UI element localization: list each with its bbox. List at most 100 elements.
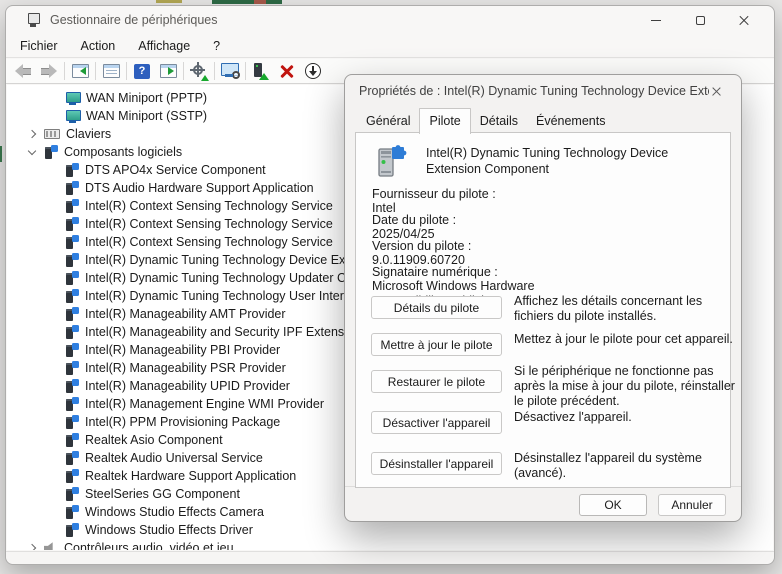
uninstall-device-button[interactable] xyxy=(274,60,300,82)
properties-button[interactable] xyxy=(98,60,124,82)
back-icon xyxy=(15,64,31,78)
close-icon xyxy=(711,86,722,97)
console-tree-icon xyxy=(72,64,89,78)
show-console-tree-button[interactable] xyxy=(67,60,93,82)
software-component-icon xyxy=(65,199,79,213)
properties-icon xyxy=(103,64,120,78)
minimize-icon xyxy=(651,20,661,21)
disable-device-button[interactable] xyxy=(300,60,326,82)
roll-back-driver-description: Si le périphérique ne fonctionne pas apr… xyxy=(514,364,740,409)
menu-bar: Fichier Action Affichage ? xyxy=(6,34,774,58)
background-artifact xyxy=(266,0,282,4)
software-component-icon xyxy=(44,145,58,159)
software-component-icon xyxy=(65,361,79,375)
minimize-button[interactable] xyxy=(634,6,678,34)
forward-button[interactable] xyxy=(36,60,62,82)
chevron-right-icon[interactable] xyxy=(28,544,36,550)
tab-strip: Général Pilote Détails Événements xyxy=(357,110,614,133)
action-pane-icon xyxy=(160,64,177,78)
tab-evenements[interactable]: Événements xyxy=(527,111,614,133)
field-fournisseur: Fournisseur du pilote :Intel xyxy=(372,187,730,216)
close-icon xyxy=(738,14,750,26)
background-artifact xyxy=(254,0,266,4)
device-icon xyxy=(372,145,408,179)
software-component-icon xyxy=(65,325,79,339)
update-device-icon xyxy=(253,63,269,80)
field-version: Version du pilote :9.0.11909.60720 xyxy=(372,239,730,268)
device-name: Intel(R) Dynamic Tuning Technology Devic… xyxy=(426,145,696,179)
tab-general[interactable]: Général xyxy=(357,111,419,133)
device-manager-app-icon xyxy=(26,13,41,27)
help-icon: ? xyxy=(134,64,150,79)
software-component-icon xyxy=(65,433,79,447)
software-component-icon xyxy=(65,469,79,483)
driver-details-button[interactable]: Détails du pilote xyxy=(371,296,502,319)
update-driver-icon xyxy=(190,62,208,80)
tab-details[interactable]: Détails xyxy=(471,111,527,133)
chevron-down-icon[interactable] xyxy=(28,146,36,154)
software-component-icon xyxy=(65,271,79,285)
scan-hardware-changes-button[interactable] xyxy=(217,60,243,82)
software-component-icon xyxy=(65,505,79,519)
disable-icon xyxy=(305,63,321,79)
dialog-title-bar: Propriétés de : Intel(R) Dynamic Tuning … xyxy=(345,75,741,107)
update-device-button[interactable] xyxy=(248,60,274,82)
speaker-icon xyxy=(44,542,58,550)
back-button[interactable] xyxy=(10,60,36,82)
dialog-close-button[interactable] xyxy=(701,79,731,103)
window-title: Gestionnaire de périphériques xyxy=(50,13,217,27)
update-driver-button-dialog[interactable]: Mettre à jour le pilote xyxy=(371,333,502,356)
driver-tab-page: Intel(R) Dynamic Tuning Technology Devic… xyxy=(355,132,731,488)
status-bar xyxy=(6,551,774,564)
software-component-icon xyxy=(65,289,79,303)
software-component-icon xyxy=(65,235,79,249)
toolbar-separator xyxy=(95,62,96,80)
roll-back-driver-button[interactable]: Restaurer le pilote xyxy=(371,370,502,393)
menu-help[interactable]: ? xyxy=(203,36,230,56)
toolbar-separator xyxy=(183,62,184,80)
software-component-icon xyxy=(65,487,79,501)
uninstall-icon xyxy=(280,64,294,78)
software-component-icon xyxy=(65,451,79,465)
ok-button[interactable]: OK xyxy=(579,494,647,516)
uninstall-device-description: Désinstallez l'appareil du système (avan… xyxy=(514,451,740,481)
tree-category-controleurs-audio[interactable]: Contrôleurs audio, vidéo et jeu xyxy=(7,539,773,550)
software-component-icon xyxy=(65,343,79,357)
disable-device-description: Désactivez l'appareil. xyxy=(514,410,740,425)
software-component-icon xyxy=(65,379,79,393)
tab-pilote[interactable]: Pilote xyxy=(419,108,470,134)
toolbar-separator xyxy=(126,62,127,80)
close-button[interactable] xyxy=(722,6,766,34)
field-date: Date du pilote :2025/04/25 xyxy=(372,213,730,242)
toolbar-separator xyxy=(64,62,65,80)
dialog-title: Propriétés de : Intel(R) Dynamic Tuning … xyxy=(359,84,709,98)
software-component-icon xyxy=(65,415,79,429)
software-component-icon xyxy=(65,307,79,321)
tree-item[interactable]: Windows Studio Effects Driver xyxy=(7,521,773,539)
update-driver-description: Mettez à jour le pilote pour cet apparei… xyxy=(514,332,740,347)
menu-fichier[interactable]: Fichier xyxy=(10,36,68,56)
software-component-icon xyxy=(65,397,79,411)
maximize-button[interactable] xyxy=(678,6,722,34)
software-component-icon xyxy=(65,181,79,195)
network-adapter-icon xyxy=(65,92,80,105)
menu-affichage[interactable]: Affichage xyxy=(128,36,200,56)
uninstall-device-button-dialog[interactable]: Désinstaller l'appareil xyxy=(371,452,502,475)
toolbar-separator xyxy=(245,62,246,80)
cancel-button[interactable]: Annuler xyxy=(658,494,726,516)
disable-device-button-dialog[interactable]: Désactiver l'appareil xyxy=(371,411,502,434)
maximize-icon xyxy=(696,16,705,25)
title-bar: Gestionnaire de périphériques xyxy=(6,6,774,34)
show-action-pane-button[interactable] xyxy=(155,60,181,82)
forward-icon xyxy=(41,64,57,78)
menu-action[interactable]: Action xyxy=(71,36,126,56)
dialog-footer: OK Annuler xyxy=(345,486,741,521)
network-adapter-icon xyxy=(65,110,80,123)
device-header: Intel(R) Dynamic Tuning Technology Devic… xyxy=(372,145,696,179)
scan-hardware-icon xyxy=(221,63,240,79)
properties-dialog: Propriétés de : Intel(R) Dynamic Tuning … xyxy=(344,74,742,522)
update-driver-button[interactable] xyxy=(186,60,212,82)
help-button[interactable]: ? xyxy=(129,60,155,82)
chevron-right-icon[interactable] xyxy=(28,130,36,138)
keyboard-icon xyxy=(44,129,60,139)
